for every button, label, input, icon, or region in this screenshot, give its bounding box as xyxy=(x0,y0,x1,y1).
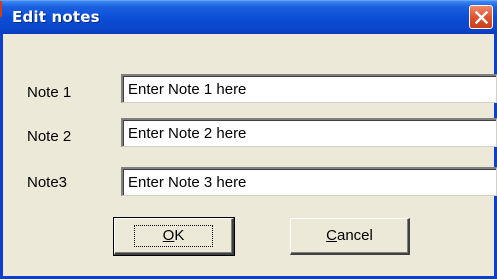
cancel-button-label: Cancel xyxy=(298,226,401,246)
ok-mnemonic: O xyxy=(162,227,175,244)
dialog-title: Edit notes xyxy=(12,8,100,26)
note-1-field[interactable] xyxy=(121,74,497,103)
edit-notes-dialog: Edit notes Note 1 Note 2 Note3 OK Cancel xyxy=(0,0,497,279)
title-bar[interactable]: Edit notes xyxy=(0,0,497,34)
note-2-label: Note 2 xyxy=(27,128,72,145)
close-icon xyxy=(475,11,488,24)
cancel-button[interactable]: Cancel xyxy=(290,218,410,255)
ok-label-rest: K xyxy=(174,227,185,244)
note-3-label: Note3 xyxy=(27,174,68,191)
note-3-field[interactable] xyxy=(121,167,497,196)
cancel-label-rest: ancel xyxy=(336,227,373,244)
ok-button-label: OK xyxy=(133,225,214,247)
cancel-mnemonic: C xyxy=(326,227,337,244)
close-button[interactable] xyxy=(469,5,493,29)
title-bar-edge xyxy=(0,1,2,17)
ok-button[interactable]: OK xyxy=(113,217,235,256)
note-1-label: Note 1 xyxy=(27,84,72,101)
note-2-field[interactable] xyxy=(121,118,497,147)
